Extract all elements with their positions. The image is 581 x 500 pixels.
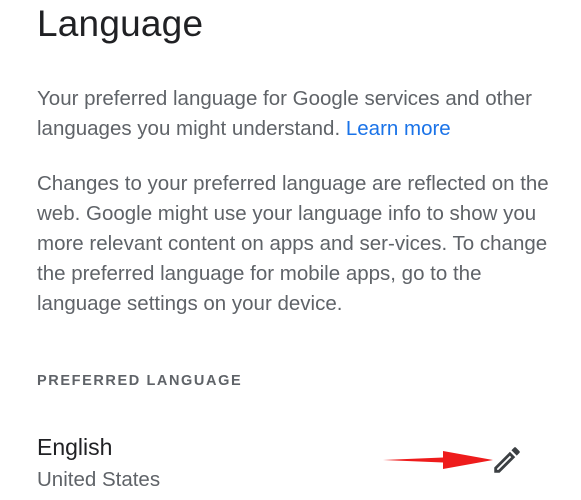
description-text: Changes to your preferred language are r… bbox=[37, 172, 549, 315]
preferred-language-heading: PREFERRED LANGUAGE bbox=[37, 373, 243, 389]
annotation-arrow-icon bbox=[383, 451, 493, 469]
intro-text: Your preferred language for Google servi… bbox=[37, 84, 552, 144]
preferred-language-name: English bbox=[37, 434, 113, 460]
pencil-icon bbox=[494, 447, 520, 473]
learn-more-link[interactable]: Learn more bbox=[346, 117, 451, 140]
page-title: Language bbox=[37, 3, 204, 44]
edit-language-button[interactable] bbox=[490, 443, 524, 477]
preferred-language-region: United States bbox=[37, 468, 161, 491]
intro-body: Your preferred language for Google servi… bbox=[37, 87, 532, 140]
